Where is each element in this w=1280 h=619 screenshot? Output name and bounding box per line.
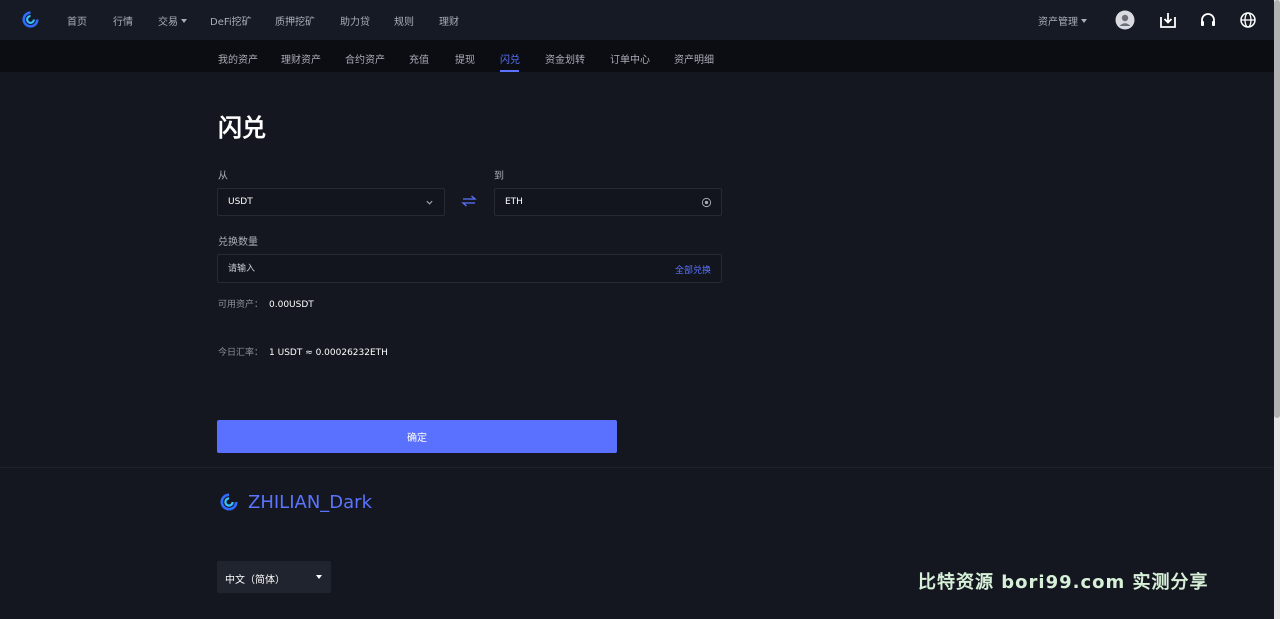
asset-manage-menu[interactable]: 资产管理 [1038,13,1087,28]
from-label: 从 [218,171,228,182]
globe-icon[interactable] [1238,10,1258,30]
tab-fund-transfer[interactable]: 资金划转 [545,51,585,66]
language-value: 中文（简体） [225,575,285,586]
user-icon[interactable] [1115,10,1135,30]
scrollbar-thumb[interactable] [1274,0,1280,418]
tab-asset-details[interactable]: 资产明细 [674,51,714,66]
tab-order-center[interactable]: 订单中心 [610,51,650,66]
nav-defi-mining[interactable]: DeFi挖矿 [210,13,252,28]
download-icon[interactable] [1158,10,1178,30]
to-currency-select[interactable]: ETH [494,188,722,216]
exchange-all-link[interactable]: 全部兑换 [675,263,711,276]
from-currency-select[interactable]: USDT [217,188,445,216]
target-icon [701,197,712,208]
rate-value: 1 USDT ≈ 0.00026232ETH [269,348,388,358]
rate-label: 今日汇率： [218,348,264,358]
active-tab-indicator [500,70,519,72]
tab-deposit[interactable]: 充值 [409,51,429,66]
watermark-text: 比特资源 bori99.com 实测分享 [918,572,1209,593]
tab-flash-exchange[interactable]: 闪兑 [500,51,520,66]
available-value: 0.00USDT [269,300,314,310]
chevron-down-icon [426,200,433,205]
headset-icon[interactable] [1198,10,1218,30]
sub-navbar: 我的资产 理财资产 合约资产 充值 提现 闪兑 资金划转 订单中心 资产明细 [0,40,1274,72]
from-currency-value: USDT [228,197,253,207]
available-balance: 可用资产： 0.00USDT [218,297,314,310]
language-select[interactable]: 中文（简体） [217,561,331,593]
available-label: 可用资产： [218,300,264,310]
tab-finance-assets[interactable]: 理财资产 [281,51,321,66]
nav-trade[interactable]: 交易 [158,13,187,28]
caret-down-icon [1081,19,1087,23]
amount-field[interactable]: 全部兑换 [217,254,722,283]
caret-down-icon [316,575,322,579]
page-title: 闪兑 [218,114,266,142]
nav-finance[interactable]: 理财 [439,13,459,28]
amount-label: 兑换数量 [218,237,258,248]
nav-staking-mining[interactable]: 质押挖矿 [275,13,315,28]
confirm-button[interactable]: 确定 [217,420,617,453]
nav-rules[interactable]: 规则 [394,13,414,28]
nav-home[interactable]: 首页 [67,13,87,28]
tab-contract-assets[interactable]: 合约资产 [345,51,385,66]
swap-icon[interactable] [461,195,477,207]
logo-icon[interactable] [22,11,39,28]
asset-manage-label: 资产管理 [1038,17,1078,28]
tab-my-assets[interactable]: 我的资产 [218,51,258,66]
footer-divider [0,467,1274,468]
caret-down-icon [181,19,187,23]
to-currency-value: ETH [505,197,523,207]
tab-withdraw[interactable]: 提现 [455,51,475,66]
nav-market[interactable]: 行情 [113,13,133,28]
nav-trade-label: 交易 [158,17,178,28]
nav-loan[interactable]: 助力贷 [340,13,370,28]
brand-logo-icon [220,493,238,511]
to-label: 到 [494,171,504,182]
top-navbar: 首页 行情 交易 DeFi挖矿 质押挖矿 助力贷 规则 理财 资产管理 [0,0,1280,40]
brand-name: ZHILIAN_Dark [248,492,373,513]
amount-input[interactable] [228,262,528,276]
exchange-rate: 今日汇率： 1 USDT ≈ 0.00026232ETH [218,345,388,358]
